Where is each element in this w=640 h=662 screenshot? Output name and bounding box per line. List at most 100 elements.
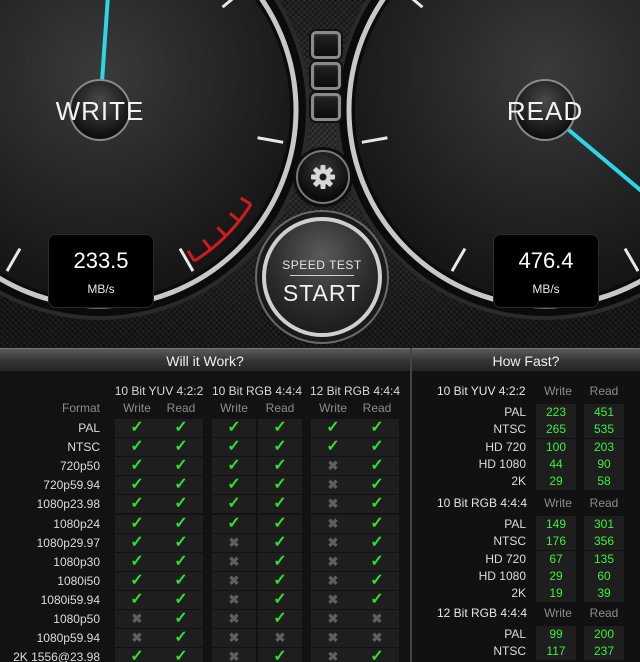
read-column-header: Read xyxy=(362,401,392,415)
cross-icon: ✖ xyxy=(327,477,339,493)
cross-icon: ✖ xyxy=(228,553,240,569)
checkmark-icon: ✓ xyxy=(273,590,287,608)
cross-icon: ✖ xyxy=(371,630,383,646)
checkmark-icon: ✓ xyxy=(273,514,287,532)
how-fast-row-label: HD 1080 xyxy=(478,456,526,471)
start-speed-test-button[interactable]: SPEED TEST START xyxy=(262,217,382,337)
write-speed-cell: 265 xyxy=(536,421,576,439)
format-row-label: 1080p29.97 xyxy=(36,535,100,550)
checkmark-icon: ✓ xyxy=(130,514,144,532)
checkmark-icon: ✓ xyxy=(273,495,287,513)
format-row-label: 1080i59.94 xyxy=(40,592,100,607)
write-column-header: Write xyxy=(544,496,572,510)
checkmark-icon: ✓ xyxy=(370,514,384,532)
read-speed-cell: 301 xyxy=(584,516,624,533)
checkmark-icon: ✓ xyxy=(130,419,144,436)
will-it-work-header: Will it Work? xyxy=(0,348,410,372)
how-fast-row-label: PAL xyxy=(504,517,526,531)
read-speed-cell: 60 xyxy=(584,567,624,585)
checkmark-icon: ✓ xyxy=(370,419,384,436)
write-speed-cell: 29 xyxy=(536,567,576,585)
write-speed-cell: 149 xyxy=(536,516,576,533)
settings-button[interactable] xyxy=(296,150,350,204)
checkmark-icon: ✓ xyxy=(326,438,340,456)
cross-icon: ✖ xyxy=(228,572,240,588)
speed-test-label: SPEED TEST xyxy=(282,258,362,272)
window-button-1[interactable] xyxy=(311,31,341,59)
write-speed-value: 233.5 xyxy=(73,248,129,273)
checkmark-icon: ✓ xyxy=(130,648,144,662)
read-speed-cell: 203 xyxy=(584,438,624,456)
checkmark-icon: ✓ xyxy=(370,476,384,494)
read-speed-cell: 135 xyxy=(584,550,624,568)
how-fast-row-label: PAL xyxy=(504,627,526,641)
how-fast-group-label: 10 Bit RGB 4:4:4 xyxy=(437,496,528,510)
checkmark-icon: ✓ xyxy=(130,476,144,494)
write-speed-cell: 223 xyxy=(536,404,576,421)
gear-icon xyxy=(311,165,335,189)
format-row-label: 720p59.94 xyxy=(43,478,100,493)
checkmark-icon: ✓ xyxy=(130,457,144,475)
format-row-label: 1080p24 xyxy=(53,516,100,531)
cross-icon: ✖ xyxy=(327,591,339,607)
checkmark-icon: ✓ xyxy=(273,571,287,589)
window-button-2[interactable] xyxy=(311,62,341,90)
checkmark-icon: ✓ xyxy=(273,438,287,456)
checkmark-icon: ✓ xyxy=(370,495,384,513)
cross-icon: ✖ xyxy=(327,515,339,531)
cross-icon: ✖ xyxy=(327,649,339,662)
cross-icon: ✖ xyxy=(228,630,240,646)
read-speed-cell: 58 xyxy=(584,473,624,491)
read-speed-cell: 535 xyxy=(584,421,624,439)
write-gauge-label: WRITE xyxy=(55,96,145,126)
cross-icon: ✖ xyxy=(228,611,240,626)
cross-icon: ✖ xyxy=(131,630,143,646)
checkmark-icon: ✓ xyxy=(174,629,188,647)
checkmark-icon: ✓ xyxy=(174,552,188,570)
read-speed-cell: 200 xyxy=(584,626,624,643)
write-speed-cell: 176 xyxy=(536,533,576,551)
checkmark-icon: ✓ xyxy=(370,438,384,456)
read-column-header: Read xyxy=(166,401,196,415)
write-column-header: Write xyxy=(123,401,151,415)
checkmark-icon: ✓ xyxy=(273,552,287,570)
cross-icon: ✖ xyxy=(327,630,339,646)
checkmark-icon: ✓ xyxy=(227,476,241,494)
cross-icon: ✖ xyxy=(327,534,339,550)
checkmark-icon: ✓ xyxy=(174,590,188,608)
how-fast-row-label: NTSC xyxy=(493,422,526,437)
checkmark-icon: ✓ xyxy=(273,610,287,627)
checkmark-icon: ✓ xyxy=(370,590,384,608)
checkmark-icon: ✓ xyxy=(130,438,144,456)
format-group-label: 10 Bit RGB 4:4:4 xyxy=(211,384,303,398)
checkmark-icon: ✓ xyxy=(370,533,384,551)
format-row-label: 1080p23.98 xyxy=(36,497,100,512)
format-row-label: 1080p50 xyxy=(53,612,100,626)
start-button-divider xyxy=(290,275,354,276)
how-fast-group-label: 12 Bit RGB 4:4:4 xyxy=(437,606,528,620)
write-speed-cell: 117 xyxy=(536,643,576,661)
checkmark-icon: ✓ xyxy=(227,438,241,456)
panel-divider xyxy=(410,348,412,662)
checkmark-icon: ✓ xyxy=(174,533,188,551)
checkmark-icon: ✓ xyxy=(174,610,188,627)
window-button-3[interactable] xyxy=(311,93,341,121)
write-speed-cell: 29 xyxy=(536,473,576,491)
read-speed-cell: 356 xyxy=(584,533,624,551)
write-column-header: Write xyxy=(319,401,347,415)
read-speed-value: 476.4 xyxy=(518,248,574,273)
format-row-label: NTSC xyxy=(67,440,100,455)
cross-icon: ✖ xyxy=(371,611,383,626)
how-fast-row-label: NTSC xyxy=(493,534,526,549)
format-row-label: 720p50 xyxy=(59,459,100,474)
format-row-label: 1080p59.94 xyxy=(36,631,100,646)
write-speed-cell: 67 xyxy=(536,550,576,568)
checkmark-icon: ✓ xyxy=(227,457,241,475)
write-speed-cell: 19 xyxy=(536,585,576,603)
checkmark-icon: ✓ xyxy=(370,648,384,662)
checkmark-icon: ✓ xyxy=(227,514,241,532)
checkmark-icon: ✓ xyxy=(370,552,384,570)
how-fast-row-label: PAL xyxy=(504,405,526,419)
cross-icon: ✖ xyxy=(327,572,339,588)
checkmark-icon: ✓ xyxy=(174,438,188,456)
